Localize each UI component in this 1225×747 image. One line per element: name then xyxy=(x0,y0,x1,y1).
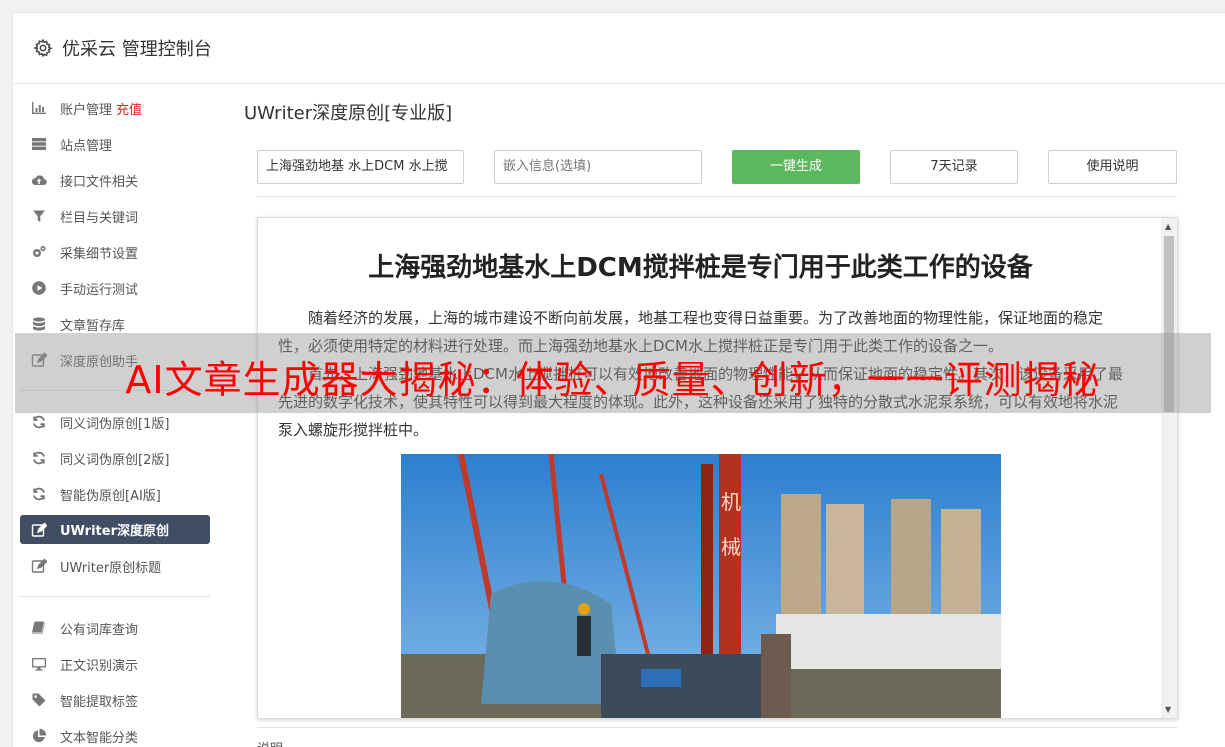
sidebar-item-sites[interactable]: 站点管理 xyxy=(20,126,210,162)
database-icon xyxy=(30,316,48,332)
refresh-icon xyxy=(30,486,48,502)
sidebar-item-label: 同义词伪原创[1版] xyxy=(60,416,170,432)
pie-chart-icon xyxy=(30,728,48,744)
sidebar-item-label: 文本智能分类 xyxy=(60,730,139,746)
sidebar-item-manual-test[interactable]: 手动运行测试 xyxy=(20,270,210,306)
top-bar: 优采云 管理控制台 xyxy=(13,13,1225,84)
embed-info-input[interactable]: 嵌入信息(选填) xyxy=(494,150,702,184)
filter-icon xyxy=(30,208,48,224)
refresh-icon xyxy=(30,414,48,430)
sidebar-item-smart-tags[interactable]: 智能提取标签 xyxy=(20,682,210,718)
sidebar-item-label: 公有词库查询 xyxy=(60,622,139,638)
article-body: 上海强劲地基水上DCM搅拌桩是专门用于此类工作的设备 随着经济的发展，上海的城市… xyxy=(258,248,1163,718)
book-icon xyxy=(30,620,48,636)
sidebar-item-columns-keywords[interactable]: 栏目与关键词 xyxy=(20,198,210,234)
cogs-icon xyxy=(30,244,48,260)
sidebar-item-label: 文章暂存库 xyxy=(60,318,126,334)
article-photo: 机 械 xyxy=(400,454,1001,718)
cloud-upload-icon xyxy=(30,172,48,188)
sidebar-item-label: UWriter深度原创 xyxy=(60,524,169,539)
article-scrollbar[interactable]: ▲ ▼ xyxy=(1161,218,1177,718)
sidebar-item-label: 采集细节设置 xyxy=(60,246,139,262)
bar-chart-icon xyxy=(30,100,48,116)
scroll-up-icon[interactable]: ▲ xyxy=(1165,222,1171,231)
sidebar-item-account[interactable]: 账户管理 充值 xyxy=(20,90,210,126)
gear-icon xyxy=(33,38,53,58)
section-divider xyxy=(257,727,1178,728)
recharge-link[interactable]: 充值 xyxy=(116,99,142,118)
notes-label: 说明 xyxy=(257,738,283,747)
sidebar-item-public-lexicon[interactable]: 公有词库查询 xyxy=(20,610,210,646)
play-circle-icon xyxy=(30,280,48,296)
help-button[interactable]: 使用说明 xyxy=(1048,150,1177,184)
tag-icon xyxy=(30,692,48,708)
article-preview[interactable]: 上海强劲地基水上DCM搅拌桩是专门用于此类工作的设备 随着经济的发展，上海的城市… xyxy=(257,217,1178,719)
server-icon xyxy=(30,136,48,152)
refresh-icon xyxy=(30,450,48,466)
sidebar-item-label: 账户管理 xyxy=(60,102,113,118)
app-title: 优采云 管理控制台 xyxy=(62,39,212,60)
sidebar-item-text-classify[interactable]: 文本智能分类 xyxy=(20,718,210,747)
sidebar-item-label: 接口文件相关 xyxy=(60,174,139,190)
edit-icon xyxy=(30,558,48,574)
sidebar-item-label: 正文识别演示 xyxy=(60,658,139,674)
sidebar-item-uwriter-title[interactable]: UWriter原创标题 xyxy=(20,548,210,584)
page-title: UWriter深度原创[专业版] xyxy=(244,103,453,124)
sidebar-item-text-recognition[interactable]: 正文识别演示 xyxy=(20,646,210,682)
edit-icon xyxy=(30,522,48,538)
sidebar: 账户管理 充值 站点管理 接口文件相关 栏目与关键词 采集细节设置 手动运行测试… xyxy=(20,90,210,747)
main-panel: UWriter深度原创[专业版] 上海强劲地基 水上DCM 水上搅 嵌入信息(选… xyxy=(244,96,1177,197)
banner-headline: AI文章生成器大揭秘：体验、质量、创新，一一评测揭秘 xyxy=(125,357,1101,402)
sidebar-item-label: 同义词伪原创[2版] xyxy=(60,452,170,468)
history-button[interactable]: 7天记录 xyxy=(890,150,1018,184)
sidebar-item-uwriter-deep[interactable]: UWriter深度原创 xyxy=(20,515,210,544)
generate-button[interactable]: 一键生成 xyxy=(732,150,860,184)
overlay-banner: AI文章生成器大揭秘：体验、质量、创新，一一评测揭秘 xyxy=(15,333,1211,413)
article-title: 上海强劲地基水上DCM搅拌桩是专门用于此类工作的设备 xyxy=(368,253,1033,283)
sidebar-item-label: 站点管理 xyxy=(60,138,113,154)
sidebar-item-label: 栏目与关键词 xyxy=(60,210,139,226)
sidebar-item-collect-settings[interactable]: 采集细节设置 xyxy=(20,234,210,270)
sidebar-item-interface-files[interactable]: 接口文件相关 xyxy=(20,162,210,198)
sidebar-item-label: 智能伪原创[AI版] xyxy=(60,488,161,504)
scroll-down-icon[interactable]: ▼ xyxy=(1165,705,1171,714)
sidebar-item-ai-rewrite[interactable]: 智能伪原创[AI版] xyxy=(20,476,210,512)
sidebar-item-label: 智能提取标签 xyxy=(60,694,139,710)
machine-lettering: 械 xyxy=(721,535,741,559)
sidebar-item-label: 手动运行测试 xyxy=(60,282,139,298)
sidebar-item-label: UWriter原创标题 xyxy=(60,560,162,576)
sidebar-item-synonym-v2[interactable]: 同义词伪原创[2版] xyxy=(20,440,210,476)
monitor-icon xyxy=(30,656,48,672)
machine-lettering: 机 xyxy=(721,490,741,514)
toolbar-divider xyxy=(257,196,1177,197)
sidebar-divider xyxy=(20,596,210,597)
toolbar: 上海强劲地基 水上DCM 水上搅 嵌入信息(选填) 一键生成 7天记录 使用说明 xyxy=(244,150,1177,184)
keyword-input[interactable]: 上海强劲地基 水上DCM 水上搅 xyxy=(257,150,464,184)
